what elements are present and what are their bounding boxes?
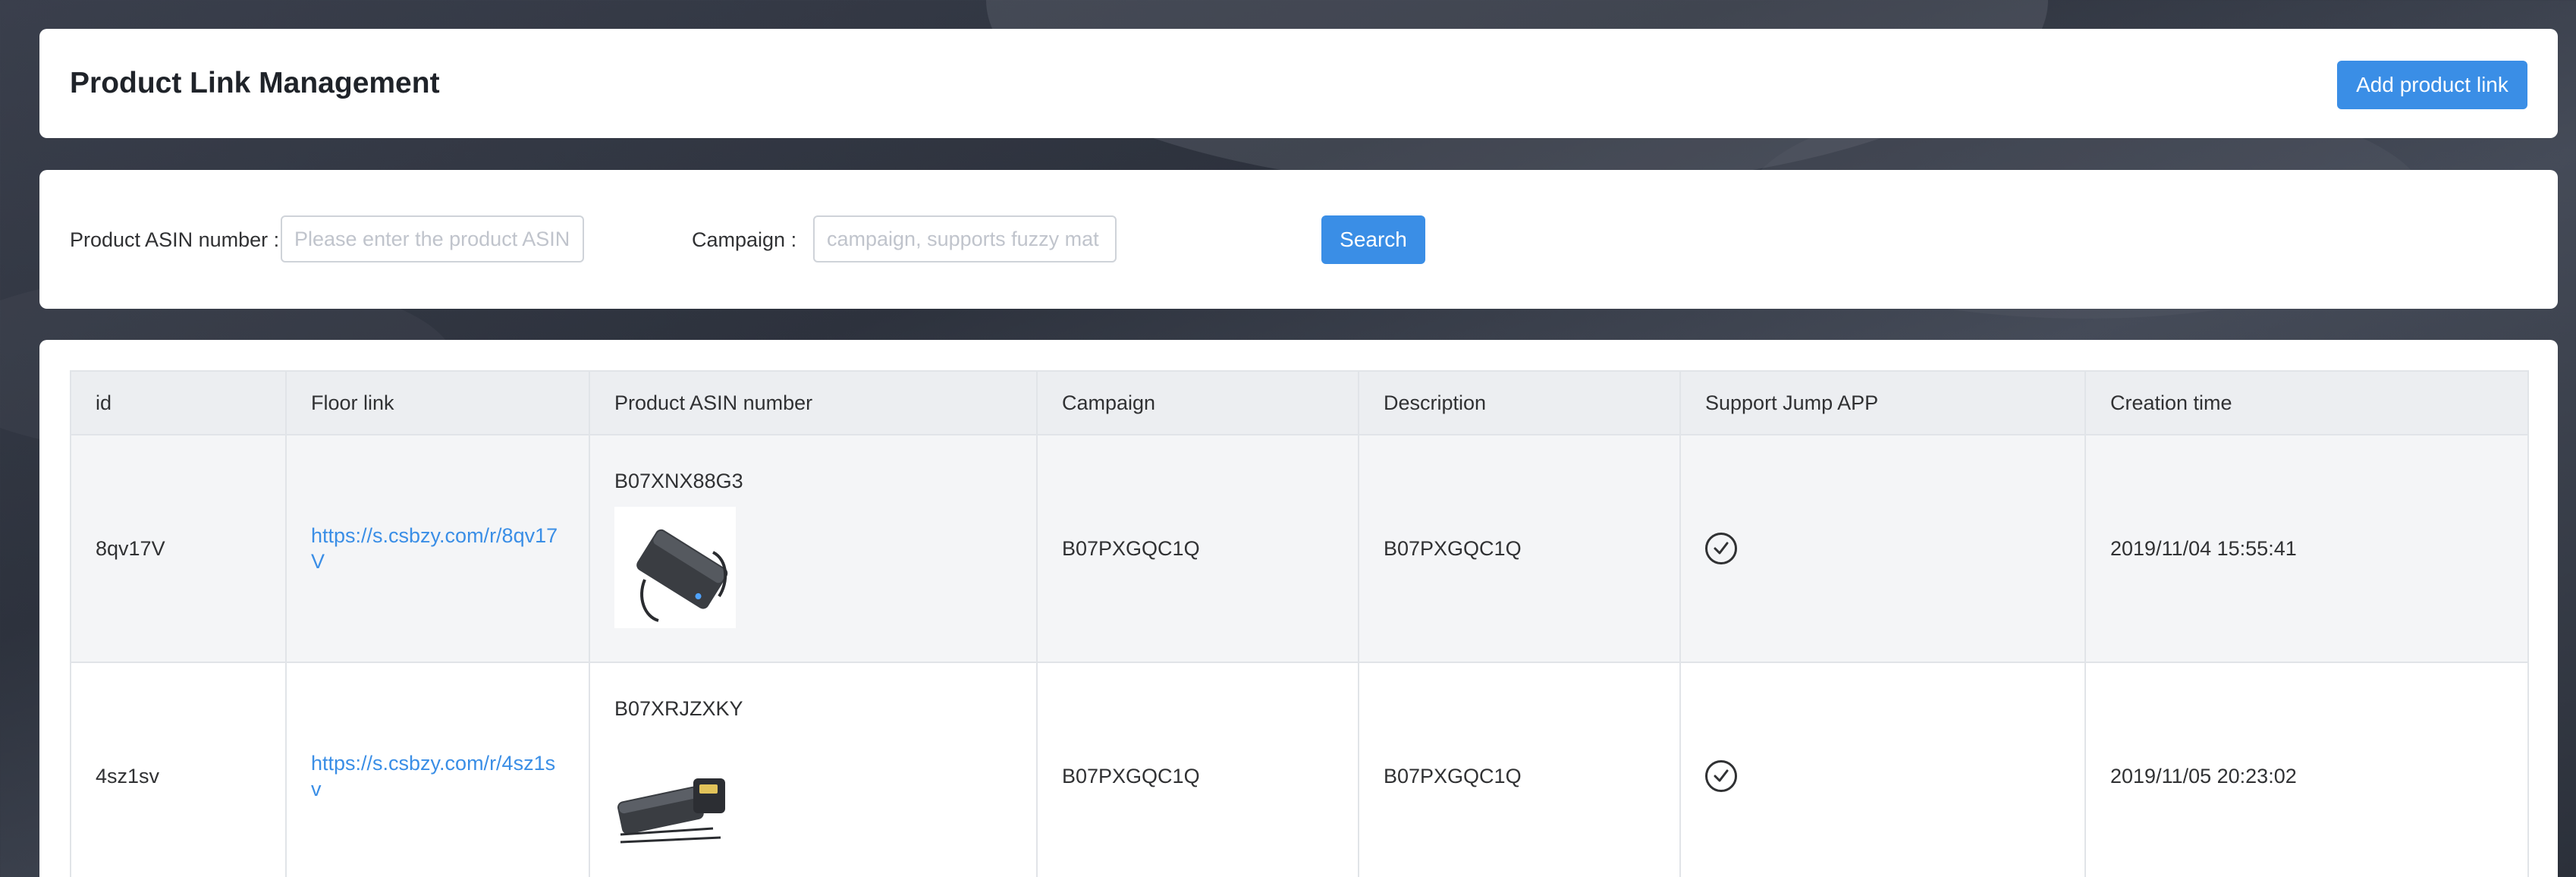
column-header-campaign[interactable]: Campaign [1036, 370, 1359, 435]
product-link-table: id Floor link Product ASIN number Campai… [70, 370, 2529, 877]
column-header-description[interactable]: Description [1358, 370, 1681, 435]
cell-description: B07PXGQC1Q [1358, 662, 1681, 877]
cell-floor-link: https://s.csbzy.com/r/8qv17V [285, 434, 590, 663]
cell-id: 4sz1sv [70, 662, 287, 877]
column-header-id[interactable]: id [70, 370, 287, 435]
cell-id: 8qv17V [70, 434, 287, 663]
table-row[interactable]: 4sz1sv https://s.csbzy.com/r/4sz1sv B07X… [70, 662, 2529, 877]
asin-input[interactable] [281, 215, 584, 262]
cell-asin: B07XNX88G3 [589, 434, 1038, 663]
cell-creation-time: 2019/11/04 15:55:41 [2084, 434, 2529, 663]
campaign-input[interactable] [813, 215, 1117, 262]
asin-code: B07XNX88G3 [614, 469, 743, 492]
floor-link[interactable]: https://s.csbzy.com/r/8qv17V [311, 523, 564, 574]
table-card: id Floor link Product ASIN number Campai… [39, 340, 2558, 877]
campaign-label: Campaign : [692, 228, 797, 251]
check-circle-icon [1705, 533, 1737, 564]
column-header-support-jump-app[interactable]: Support Jump APP [1679, 370, 2086, 435]
cell-floor-link: https://s.csbzy.com/r/4sz1sv [285, 662, 590, 877]
cell-campaign: B07PXGQC1Q [1036, 662, 1359, 877]
column-header-creation-time[interactable]: Creation time [2084, 370, 2529, 435]
column-header-asin[interactable]: Product ASIN number [589, 370, 1038, 435]
add-product-link-button[interactable]: Add product link [2337, 61, 2527, 109]
floor-link[interactable]: https://s.csbzy.com/r/4sz1sv [311, 750, 564, 802]
cell-creation-time: 2019/11/05 20:23:02 [2084, 662, 2529, 877]
search-card: Product ASIN number : Campaign : Search [39, 170, 2558, 309]
asin-code: B07XRJZXKY [614, 696, 743, 720]
cell-support-jump-app [1679, 662, 2086, 877]
asin-label: Product ASIN number : [70, 228, 280, 251]
cell-asin: B07XRJZXKY [589, 662, 1038, 877]
check-circle-icon [1705, 760, 1737, 792]
power-bank-charger-product-image[interactable] [614, 734, 736, 856]
table-header-row: id Floor link Product ASIN number Campai… [70, 370, 2529, 435]
cell-support-jump-app [1679, 434, 2086, 663]
table-row[interactable]: 8qv17V https://s.csbzy.com/r/8qv17V B07X… [70, 434, 2529, 663]
search-button[interactable]: Search [1321, 215, 1425, 264]
cell-campaign: B07PXGQC1Q [1036, 434, 1359, 663]
page-title: Product Link Management [70, 67, 440, 99]
cell-description: B07PXGQC1Q [1358, 434, 1681, 663]
column-header-floor-link[interactable]: Floor link [285, 370, 590, 435]
power-bank-product-image[interactable] [614, 506, 736, 628]
header-card: Product Link Management Add product link [39, 29, 2558, 138]
